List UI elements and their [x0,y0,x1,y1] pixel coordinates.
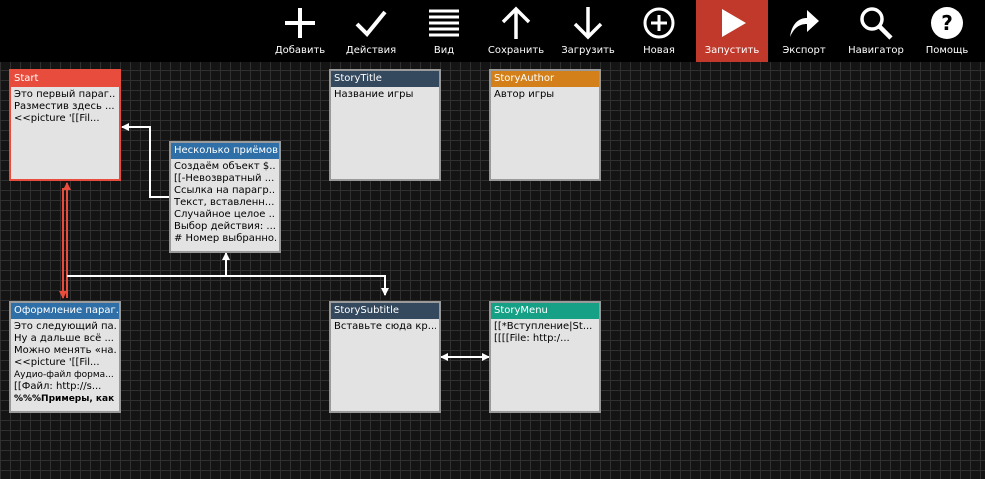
passage-story-author[interactable]: StoryAuthor Автор игры [489,69,601,181]
passage-line: <<picture '[[Fil... [14,113,100,124]
passage-line: Текст, вставленн... [174,197,275,208]
passage-line: Аудио-файл форма... [14,370,114,380]
passage-title: Start [11,71,119,87]
passage-line: [[*Вступление|St... [494,321,593,332]
passage-line: Случайное целое ... [174,209,276,220]
passage-tricks[interactable]: Несколько приёмов Создаём объект $... [[… [169,141,281,253]
link-tricks-start [121,123,170,198]
passage-title: StoryAuthor [491,71,599,87]
passage-line: %%%Примеры, как ... [14,394,116,404]
passage-story-title[interactable]: StoryTitle Название игры [329,69,441,181]
passage-title: Несколько приёмов [171,143,279,159]
passage-line: Выбор действия: ... [174,221,276,232]
passage-line: Это следующий па... [14,321,116,332]
passage-line: Название игры [334,89,414,100]
passage-line: Автор игры [494,89,555,100]
passage-line: Ссылка на парагр... [174,185,276,196]
passage-story-subtitle[interactable]: StorySubtitle Вставьте сюда кр... [329,301,441,413]
passage-line: [[-Невозвратный ... [174,173,275,184]
passage-formatting[interactable]: Оформление параг... Это следующий па... … [9,301,121,413]
passage-line: # Номер выбранно... [174,233,276,244]
passage-line: Можно менять «на... [14,345,116,356]
passage-title: Оформление параг... [11,303,119,319]
passage-line: Разместив здесь ... [14,101,115,112]
passage-line: Создаём объект $... [174,161,276,172]
passage-title: StorySubtitle [331,303,439,319]
passage-story-menu[interactable]: StoryMenu [[*Вступление|St... [[[[File: … [489,301,601,413]
passage-line: [[Файл: http://s... [14,381,102,392]
passage-title: StoryMenu [491,303,599,319]
passage-start[interactable]: Start Это первый параг... Разместив здес… [9,69,121,181]
link-to-tricks [67,275,389,296]
passage-line: [[[[File: http:/... [494,333,570,344]
passage-line: Вставьте сюда кр... [334,321,436,332]
passage-line: Это первый параг... [14,89,116,100]
passage-line: Ну а дальше всё ... [14,333,114,344]
passage-title: StoryTitle [331,71,439,87]
passage-line: <<picture '[[Fil... [14,357,100,368]
